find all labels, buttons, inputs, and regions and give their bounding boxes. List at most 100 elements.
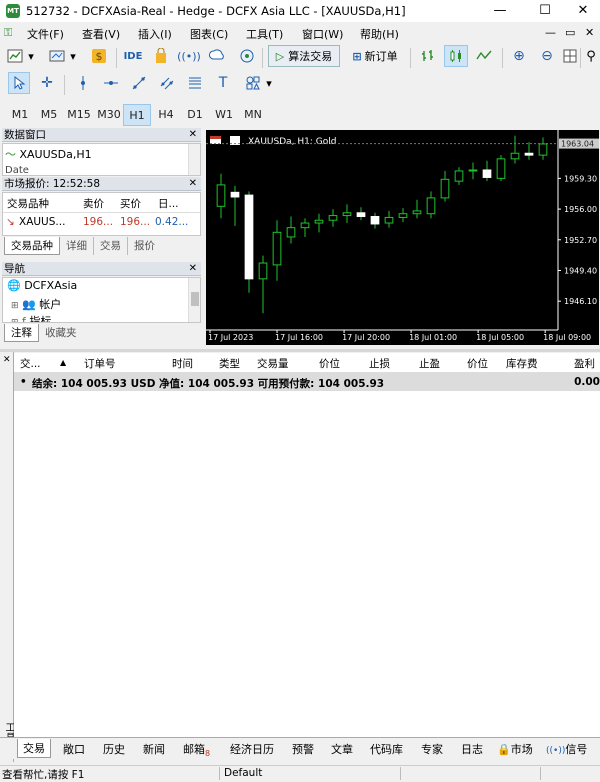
search-icon[interactable]: ⚲ xyxy=(582,45,600,67)
tab-calendar[interactable]: 经济日历 xyxy=(230,741,274,757)
algo-trading-button[interactable]: ▷ 算法交易 xyxy=(268,45,340,67)
balance-row[interactable]: • 结余: 104 005.93 USD 净值: 104 005.93 可用预付… xyxy=(14,373,600,391)
tab-details[interactable]: 详细 xyxy=(60,237,94,255)
bar-chart-icon[interactable] xyxy=(416,45,440,67)
maximize-button[interactable]: ☐ xyxy=(525,0,565,22)
column-volume[interactable]: 交易量 xyxy=(257,356,289,371)
inner-close-button[interactable]: ✕ xyxy=(585,26,594,39)
column-sl[interactable]: 止损 xyxy=(369,356,390,371)
close-icon[interactable]: ✕ xyxy=(189,262,197,276)
timeframe-m5[interactable]: M5 xyxy=(35,104,63,126)
inner-minimize-button[interactable]: — xyxy=(545,26,556,39)
timeframe-mn[interactable]: MN xyxy=(239,104,267,126)
new-order-button[interactable]: ⊞ 新订单 xyxy=(346,45,404,67)
tab-exposure[interactable]: 敞口 xyxy=(63,741,85,757)
ide-button[interactable]: IDE xyxy=(122,45,144,67)
line-chart-icon[interactable] xyxy=(472,45,496,67)
close-icon[interactable]: ✕ xyxy=(189,128,197,142)
menu-tools[interactable]: 工具(T) xyxy=(246,26,283,42)
close-icon[interactable]: ✕ xyxy=(189,177,197,191)
fibonacci-icon[interactable] xyxy=(184,72,206,94)
timeframe-h1[interactable]: H1 xyxy=(123,104,151,126)
cursor-icon[interactable] xyxy=(8,72,30,94)
tree-item-accounts[interactable]: ⊞ 👥 帐户 xyxy=(11,296,61,312)
menu-view[interactable]: 查看(V) xyxy=(82,26,120,42)
shapes-dropdown-icon[interactable]: ▾ xyxy=(264,72,274,94)
text-icon[interactable]: T xyxy=(212,72,234,94)
inner-restore-button[interactable]: ▭ xyxy=(565,26,575,39)
tab-trading[interactable]: 交易 xyxy=(94,237,128,255)
panel-splitter[interactable] xyxy=(0,349,600,352)
column-current-price[interactable]: 价位 xyxy=(467,356,488,371)
minimize-button[interactable]: — xyxy=(480,0,520,22)
column-type[interactable]: 类型 xyxy=(219,356,240,371)
new-chart-dropdown-icon[interactable]: ▾ xyxy=(26,45,36,67)
candlestick-chart[interactable]: XAUUSDa, H1: Gold 1959.30 1956.00 1952.70 1… xyxy=(206,130,599,345)
column-bid[interactable]: 卖价 xyxy=(83,196,104,211)
channel-icon[interactable] xyxy=(156,72,178,94)
trendline-icon[interactable] xyxy=(128,72,150,94)
column-swap[interactable]: 库存费 xyxy=(506,356,538,371)
timeframe-m30[interactable]: M30 xyxy=(95,104,123,126)
vertical-line-icon[interactable] xyxy=(72,72,94,94)
shapes-icon[interactable] xyxy=(242,72,264,94)
timeframe-h4[interactable]: H4 xyxy=(152,104,180,126)
menu-charts[interactable]: 图表(C) xyxy=(190,26,228,42)
tile-windows-icon[interactable] xyxy=(562,45,578,67)
signals-icon[interactable]: ((•)) xyxy=(177,45,201,67)
menu-window[interactable]: 窗口(W) xyxy=(302,26,343,42)
column-time[interactable]: 时间 xyxy=(172,356,193,371)
tab-trade[interactable]: 交易 xyxy=(17,739,51,758)
tab-mailbox[interactable]: 邮箱8 xyxy=(183,741,210,758)
menu-help[interactable]: 帮助(H) xyxy=(360,26,399,42)
tab-news[interactable]: 新闻 xyxy=(143,741,165,757)
tab-articles[interactable]: 文章 xyxy=(331,741,353,757)
tab-symbols[interactable]: 交易品种 xyxy=(4,237,60,255)
timeframe-m1[interactable]: M1 xyxy=(6,104,34,126)
menu-file[interactable]: 文件(F) xyxy=(27,26,64,42)
timeframe-m15[interactable]: M15 xyxy=(64,104,94,126)
chart-window[interactable]: XAUUSDa, H1: Gold 1959.30 1956.00 1952.70 1… xyxy=(206,130,599,345)
profiles-dropdown-icon[interactable]: ▾ xyxy=(68,45,78,67)
tab-ticks[interactable]: 报价 xyxy=(128,237,161,255)
column-profit[interactable]: 盈利 xyxy=(574,356,595,371)
column-ask[interactable]: 买价 xyxy=(120,196,141,211)
zoom-out-icon[interactable]: ⊖ xyxy=(536,45,558,67)
market-icon[interactable] xyxy=(150,45,172,67)
tab-journal[interactable]: 日志 xyxy=(461,741,483,757)
column-symbol[interactable]: 交易品种 xyxy=(7,196,49,211)
column-ticket[interactable]: 订单号 xyxy=(84,356,116,371)
doc-icon[interactable]: ⚿ xyxy=(4,26,12,40)
zoom-in-icon[interactable]: ⊕ xyxy=(508,45,530,67)
tab-common[interactable]: 注释 xyxy=(4,324,39,342)
tab-history[interactable]: 历史 xyxy=(103,741,125,757)
tab-favorites[interactable]: 收藏夹 xyxy=(39,324,83,342)
timeframe-w1[interactable]: W1 xyxy=(210,104,238,126)
tab-code-base[interactable]: 代码库 xyxy=(370,741,403,757)
new-chart-icon[interactable] xyxy=(4,45,26,67)
dollar-icon[interactable]: $ xyxy=(88,45,110,67)
profiles-icon[interactable] xyxy=(46,45,68,67)
column-tp[interactable]: 止盈 xyxy=(419,356,440,371)
timeframe-d1[interactable]: D1 xyxy=(181,104,209,126)
column-price[interactable]: 价位 xyxy=(319,356,340,371)
tab-alerts[interactable]: 预警 xyxy=(292,741,314,757)
tree-item-broker[interactable]: 🌐 DCFXAsia xyxy=(7,279,77,292)
candlestick-chart-icon[interactable] xyxy=(444,45,468,67)
horizontal-line-icon[interactable] xyxy=(100,72,122,94)
tab-signals[interactable]: ((•))信号 xyxy=(546,741,587,757)
expand-icon[interactable]: ⊞ xyxy=(11,301,19,311)
tree-item-indicators[interactable]: ⊞ ƒ 指标 xyxy=(11,313,51,322)
crosshair-icon[interactable]: ✛ xyxy=(36,72,58,94)
tab-experts[interactable]: 专家 xyxy=(421,741,443,757)
table-row[interactable]: ↘ XAUUS... 196... 196... 0.42... xyxy=(3,213,200,233)
menu-insert[interactable]: 插入(I) xyxy=(138,26,172,42)
column-daily[interactable]: 日... xyxy=(158,196,179,211)
tab-market[interactable]: 🔒市场 xyxy=(497,741,533,757)
close-icon[interactable]: ✕ xyxy=(3,355,11,365)
close-button[interactable]: ✕ xyxy=(563,0,600,22)
column-symbol[interactable]: 交... xyxy=(20,356,41,371)
data-window-scrollbar[interactable] xyxy=(188,144,200,175)
expand-icon[interactable]: ⊞ xyxy=(11,318,19,322)
community-icon[interactable] xyxy=(236,45,258,67)
